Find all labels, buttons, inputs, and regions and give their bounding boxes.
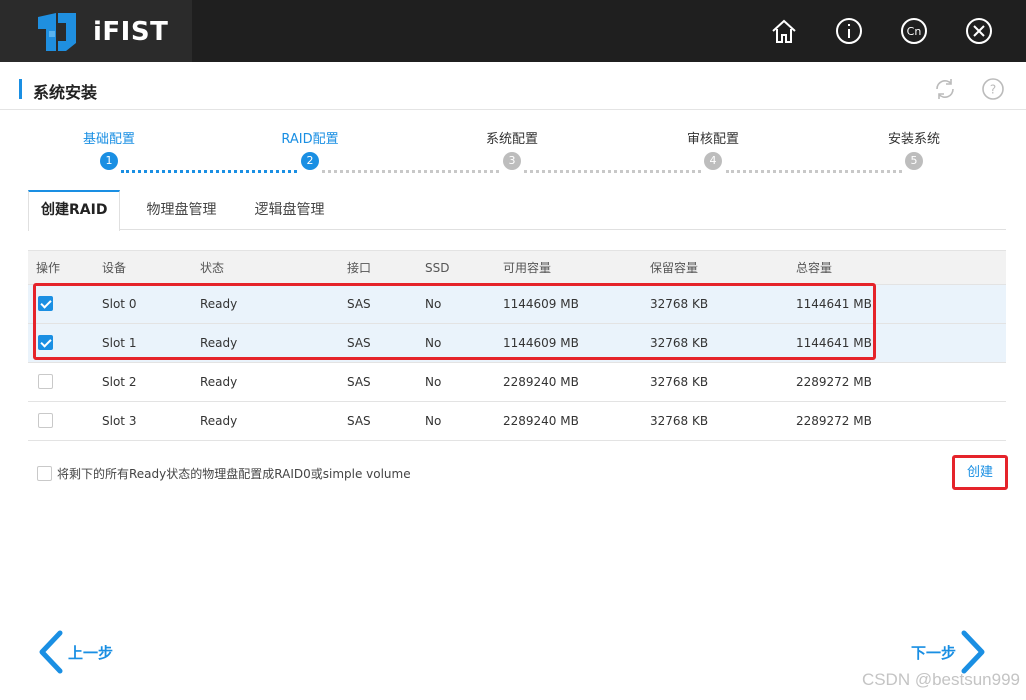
step-label: 安装系统 [887, 132, 940, 147]
disk-table: 操作 设备 状态 接口 SSD 可用容量 保留容量 总容量 Slot 0 Rea… [28, 250, 1006, 441]
raid-tabs: 创建RAID 物理盘管理 逻辑盘管理 [28, 190, 1006, 231]
col-header-reserved: 保留容量 [650, 261, 699, 275]
step-connector [121, 170, 297, 173]
app-name: iFIST [93, 17, 169, 47]
step-number: 4 [704, 152, 722, 170]
title-accent-bar [19, 79, 22, 99]
home-icon[interactable] [767, 14, 801, 48]
prev-step-button[interactable]: 上一步 [38, 630, 113, 674]
create-button[interactable]: 创建 [952, 455, 1008, 490]
svg-text:Cn: Cn [907, 25, 922, 38]
tab-create-raid[interactable]: 创建RAID [28, 190, 121, 231]
row-checkbox[interactable] [38, 335, 53, 350]
row-checkbox[interactable] [38, 374, 53, 389]
cell-reserved: 32768 KB [650, 336, 709, 350]
step-basic-config: 基础配置 1 [49, 130, 169, 170]
cell-interface: SAS [347, 375, 371, 389]
cell-device: Slot 2 [102, 375, 137, 389]
top-bar: iFIST Cn [0, 0, 1026, 62]
step-connector [726, 170, 902, 173]
page-title: 系统安装 [33, 83, 98, 102]
table-row[interactable]: Slot 1 Ready SAS No 1144609 MB 32768 KB … [28, 324, 1006, 363]
cell-status: Ready [200, 297, 238, 311]
svg-text:?: ? [990, 83, 996, 97]
table-row[interactable]: Slot 0 Ready SAS No 1144609 MB 32768 KB … [28, 285, 1006, 324]
refresh-icon[interactable] [932, 76, 958, 102]
cell-total: 1144641 MB [796, 336, 872, 350]
cell-interface: SAS [347, 336, 371, 350]
remaining-disks-label: 将剩下的所有Ready状态的物理盘配置成RAID0或simple volume [57, 467, 411, 481]
table-row[interactable]: Slot 2 Ready SAS No 2289240 MB 32768 KB … [28, 363, 1006, 402]
step-review-config: 审核配置 4 [653, 130, 773, 170]
cell-ssd: No [425, 336, 442, 350]
cell-total: 1144641 MB [796, 297, 872, 311]
step-number: 5 [905, 152, 923, 170]
step-number: 1 [100, 152, 118, 170]
cell-available: 1144609 MB [503, 297, 579, 311]
col-header-available: 可用容量 [503, 261, 552, 275]
next-step-button[interactable]: 下一步 [911, 630, 986, 674]
step-connector [524, 170, 701, 173]
col-header-action: 操作 [36, 261, 61, 275]
step-number: 2 [301, 152, 319, 170]
col-header-device: 设备 [102, 261, 127, 275]
step-label: 审核配置 [686, 132, 739, 147]
col-header-ssd: SSD [425, 261, 450, 275]
cell-ssd: No [425, 414, 442, 428]
step-label: 系统配置 [485, 132, 538, 147]
col-header-total: 总容量 [796, 261, 833, 275]
row-checkbox[interactable] [38, 413, 53, 428]
cell-ssd: No [425, 375, 442, 389]
remaining-disks-checkbox[interactable] [37, 466, 52, 481]
chevron-right-icon [961, 630, 985, 674]
cell-reserved: 32768 KB [650, 375, 709, 389]
cell-total: 2289272 MB [796, 414, 872, 428]
step-install-system: 安装系统 5 [854, 130, 974, 170]
cell-interface: SAS [347, 414, 371, 428]
page-header: 系统安装 ? [0, 62, 1026, 110]
tab-physical-disk[interactable]: 物理盘管理 [134, 190, 228, 230]
info-icon[interactable] [832, 14, 866, 48]
prev-step-label: 上一步 [68, 643, 114, 662]
help-icon[interactable]: ? [980, 76, 1006, 102]
table-header: 操作 设备 状态 接口 SSD 可用容量 保留容量 总容量 [28, 250, 1006, 285]
watermark: CSDN @bestsun999 [861, 670, 1020, 689]
cell-status: Ready [200, 414, 238, 428]
step-label: RAID配置 [281, 132, 339, 147]
cell-available: 1144609 MB [503, 336, 579, 350]
cell-ssd: No [425, 297, 442, 311]
cell-status: Ready [200, 375, 238, 389]
next-step-label: 下一步 [910, 643, 956, 662]
step-raid-config: RAID配置 2 [250, 130, 370, 170]
language-icon[interactable]: Cn [897, 14, 931, 48]
cell-device: Slot 0 [102, 297, 137, 311]
cell-total: 2289272 MB [796, 375, 872, 389]
cell-device: Slot 3 [102, 414, 137, 428]
install-stepper: 基础配置 1 RAID配置 2 系统配置 3 审核配置 4 安装系统 5 [0, 130, 1026, 185]
table-row[interactable]: Slot 3 Ready SAS No 2289240 MB 32768 KB … [28, 402, 1006, 441]
cell-reserved: 32768 KB [650, 297, 709, 311]
step-number: 3 [503, 152, 521, 170]
step-system-config: 系统配置 3 [452, 130, 572, 170]
cell-available: 2289240 MB [503, 375, 579, 389]
remaining-disks-option[interactable]: 将剩下的所有Ready状态的物理盘配置成RAID0或simple volume [37, 465, 411, 482]
cell-device: Slot 1 [102, 336, 137, 350]
col-header-status: 状态 [200, 261, 225, 275]
row-checkbox[interactable] [38, 296, 53, 311]
cell-interface: SAS [347, 297, 371, 311]
step-label: 基础配置 [82, 132, 135, 147]
tab-logical-disk[interactable]: 逻辑盘管理 [242, 190, 336, 230]
cell-status: Ready [200, 336, 238, 350]
chevron-left-icon [39, 630, 63, 674]
step-connector [322, 170, 499, 173]
close-icon[interactable] [962, 14, 996, 48]
app-logo-icon [38, 13, 76, 51]
col-header-interface: 接口 [347, 261, 372, 275]
cell-reserved: 32768 KB [650, 414, 709, 428]
cell-available: 2289240 MB [503, 414, 579, 428]
